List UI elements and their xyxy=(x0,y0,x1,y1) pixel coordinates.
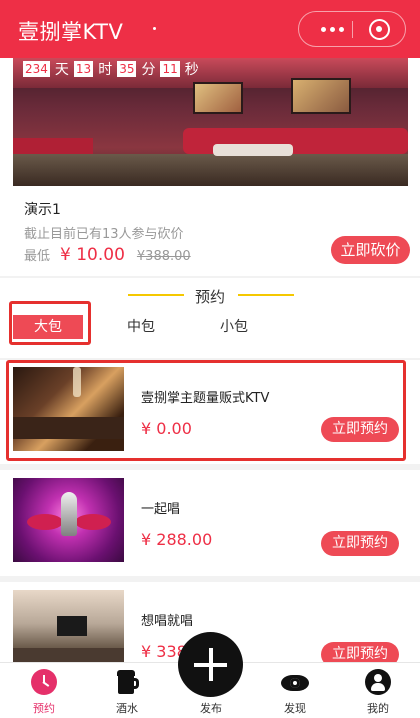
bargain-original-price: ¥388.00 xyxy=(136,249,191,264)
bargain-participants-note: 截止目前已有13人参与砍价 xyxy=(24,227,184,242)
app-title: 壹捌掌KTV xyxy=(18,20,124,44)
countdown-days: 234 xyxy=(23,61,50,77)
tab-small-room[interactable]: 小包 xyxy=(199,315,269,339)
selected-item-highlight xyxy=(6,360,406,461)
user-icon xyxy=(365,669,391,695)
capsule-divider xyxy=(352,21,353,38)
countdown-timer: 234 天 13 时 35 分 11 秒 xyxy=(23,60,204,78)
bargain-item-name: 演示1 xyxy=(24,202,61,218)
title-dot xyxy=(153,27,156,30)
countdown-minutes-unit: 分 xyxy=(141,62,156,78)
room-price: ¥ 288.00 xyxy=(141,530,213,549)
tabbar-item-drinks[interactable]: 酒水 xyxy=(92,663,162,718)
app-header: 壹捌掌KTV xyxy=(0,0,420,58)
room-name: 想唱就唱 xyxy=(141,614,194,629)
title-line-right xyxy=(238,294,294,296)
tabbar-label-drinks: 酒水 xyxy=(116,702,138,715)
countdown-seconds: 11 xyxy=(160,61,180,77)
tabbar-item-mine[interactable]: 我的 xyxy=(343,663,413,718)
tabbar-label-reserve: 预约 xyxy=(33,702,55,715)
publish-plus-button[interactable] xyxy=(178,632,243,697)
target-close-icon[interactable] xyxy=(369,19,390,40)
tabbar-item-discover[interactable]: 发现 xyxy=(260,663,330,718)
tabbar-item-reserve[interactable]: 预约 xyxy=(9,663,79,718)
tab-medium-room[interactable]: 中包 xyxy=(106,315,176,339)
tabbar-label-discover: 发现 xyxy=(284,702,306,715)
eye-icon xyxy=(281,670,309,692)
countdown-minutes: 35 xyxy=(117,61,137,77)
reserve-now-button[interactable]: 立即预约 xyxy=(321,531,399,556)
countdown-hours-unit: 时 xyxy=(98,62,113,78)
clock-icon xyxy=(31,669,57,695)
bargain-current-price: ¥ 10.00 xyxy=(60,245,125,265)
tabbar-label-publish: 发布 xyxy=(200,702,222,715)
countdown-days-unit: 天 xyxy=(54,62,69,78)
bargain-now-button[interactable]: 立即砍价 xyxy=(331,236,410,264)
room-list-item[interactable]: 一起唱 ¥ 288.00 立即预约 xyxy=(0,470,420,576)
mini-program-capsule xyxy=(298,11,406,47)
tabbar-label-mine: 我的 xyxy=(367,702,389,715)
bargain-price-row: 最低 ¥ 10.00 ¥388.00 xyxy=(24,245,191,265)
countdown-seconds-unit: 秒 xyxy=(184,62,199,78)
active-tab-highlight xyxy=(9,301,91,345)
more-dots-icon[interactable] xyxy=(313,12,351,46)
beer-icon xyxy=(114,669,140,695)
lowest-label: 最低 xyxy=(24,249,51,264)
room-thumbnail xyxy=(13,478,124,562)
room-name: 一起唱 xyxy=(141,502,181,517)
page: 壹捌掌KTV 234 天 13 时 35 分 11 秒 演示1 截止目前已有13… xyxy=(0,0,420,718)
bargain-card: 234 天 13 时 35 分 11 秒 演示1 截止目前已有13人参与砍价 最… xyxy=(0,58,420,276)
countdown-hours: 13 xyxy=(73,61,94,77)
